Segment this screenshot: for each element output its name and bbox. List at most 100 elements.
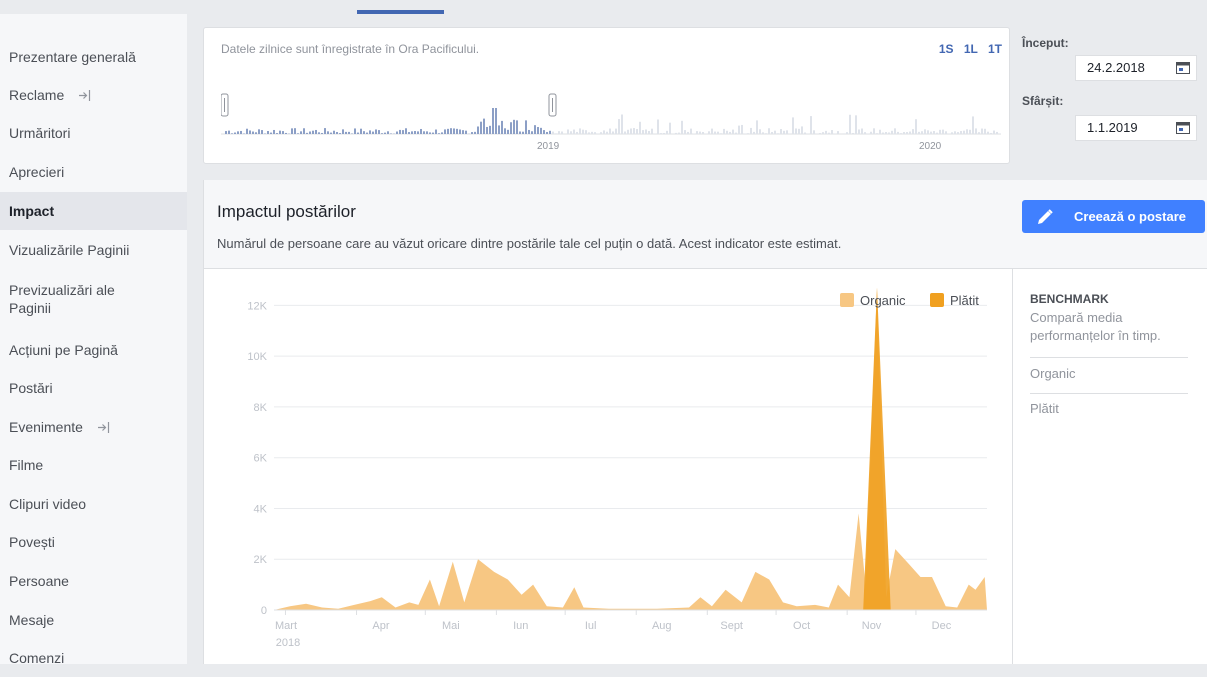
timeline-bar: [408, 132, 410, 134]
legend-organic[interactable]: Organic: [840, 293, 906, 308]
timeline-bar: [474, 132, 476, 134]
timeline-bar: [708, 131, 710, 134]
timeline-bar: [759, 129, 761, 134]
calendar-icon[interactable]: [1176, 62, 1190, 74]
sidebar-item-page-views[interactable]: Vizualizările Paginii: [0, 231, 187, 269]
timeline-bar: [378, 130, 380, 134]
timeline-bar: [993, 131, 995, 134]
range-1-week[interactable]: 1S: [939, 42, 954, 56]
reach-card-header: Impactul postărilor Numărul de persoane …: [204, 180, 1207, 269]
sidebar-item-videos[interactable]: Clipuri video: [0, 485, 187, 523]
timeline-mini-chart[interactable]: [221, 88, 1001, 143]
timeline-bar: [912, 129, 914, 134]
timeline-bar: [849, 115, 851, 134]
timeline-bar: [750, 128, 752, 134]
sidebar-item-followers[interactable]: Urmăritori: [0, 114, 187, 152]
timeline-bar: [918, 132, 920, 134]
legend-paid[interactable]: Plătit: [930, 293, 979, 308]
sidebar-item-reach[interactable]: Impact: [0, 192, 187, 230]
sidebar-item-actions[interactable]: Acțiuni pe Pagină: [0, 331, 187, 369]
timeline-bar: [858, 129, 860, 134]
calendar-icon[interactable]: [1176, 122, 1190, 134]
timeline-bar: [477, 126, 479, 134]
timeline-bar: [348, 132, 350, 134]
range-1-quarter[interactable]: 1T: [988, 42, 1002, 56]
timeline-bar: [282, 131, 284, 134]
timeline-bar: [747, 133, 749, 134]
timeline-bar: [894, 128, 896, 134]
timeline-bar: [879, 130, 881, 134]
timeline-bar: [723, 129, 725, 134]
timeline-bar: [636, 129, 638, 134]
sidebar-item-events[interactable]: Evenimente: [0, 408, 187, 446]
timeline-bar: [585, 130, 587, 134]
timeline-bar: [957, 132, 959, 134]
sidebar-item-likes[interactable]: Aprecieri: [0, 153, 187, 191]
timeline-bar: [852, 133, 854, 134]
timeline-bar: [618, 119, 620, 134]
sidebar-item-page-previews[interactable]: Previzualizări ale Paginii: [0, 279, 160, 317]
timeline-year-label: 2020: [919, 141, 941, 152]
sidebar-item-label: Persoane: [9, 573, 69, 589]
sidebar-item-movies[interactable]: Filme: [0, 446, 187, 484]
sidebar-item-overview[interactable]: Prezentare generală: [0, 38, 187, 76]
timeline-bar: [837, 131, 839, 134]
sidebar-item-stories[interactable]: Povești: [0, 523, 187, 561]
timeline-bar: [309, 131, 311, 134]
timeline-bar: [441, 132, 443, 134]
timeline-bar: [537, 127, 539, 134]
sidebar-item-orders[interactable]: Comenzi: [0, 639, 187, 677]
timeline-bar: [621, 115, 623, 134]
timeline-bar: [327, 131, 329, 134]
benchmark-organic[interactable]: Organic: [1030, 366, 1188, 381]
create-post-button[interactable]: Creează o postare: [1022, 200, 1205, 233]
y-tick-label: 4K: [254, 503, 268, 515]
reach-card: Impactul postărilor Numărul de persoane …: [203, 180, 1207, 664]
timeline-bar: [753, 132, 755, 134]
timeline-bar: [372, 132, 374, 134]
sidebar-item-messages[interactable]: Mesaje: [0, 601, 187, 639]
end-date-input[interactable]: 1.1.2019: [1075, 115, 1197, 141]
benchmark-paid[interactable]: Plătit: [1030, 401, 1188, 416]
range-1-month[interactable]: 1L: [964, 42, 978, 56]
timeline-bar: [603, 130, 605, 134]
timeline-bar: [471, 132, 473, 134]
timeline-bar: [612, 131, 614, 134]
sidebar-item-people[interactable]: Persoane: [0, 562, 187, 600]
timeline-bar: [936, 133, 938, 134]
timeline-bar: [876, 133, 878, 134]
timeline-bar: [312, 131, 314, 134]
timeline-bar: [846, 132, 848, 134]
create-post-label: Creează o postare: [1074, 209, 1186, 224]
timeline-bar: [855, 115, 857, 134]
timeline-bar: [921, 131, 923, 134]
timeline-bar: [459, 130, 461, 134]
sidebar-item-label: Mesaje: [9, 612, 54, 628]
series-paid-area[interactable]: [274, 288, 987, 610]
timeline-bar: [528, 130, 530, 134]
timeline-bar: [321, 133, 323, 134]
timeline-bar: [279, 131, 281, 134]
timeline-bar: [402, 130, 404, 134]
timeline-bar: [633, 128, 635, 134]
timeline-bar: [363, 131, 365, 134]
y-tick-label: 0: [261, 605, 267, 617]
sidebar-item-posts[interactable]: Postări: [0, 369, 187, 407]
timeline-bar: [651, 129, 653, 134]
sidebar-item-ads[interactable]: Reclame: [0, 76, 187, 114]
timeline-bar: [495, 108, 497, 134]
timeline-bar: [645, 129, 647, 134]
divider: [1030, 393, 1188, 394]
timeline-bar: [825, 131, 827, 134]
timeline-bar: [519, 131, 521, 134]
timeline-bar: [420, 129, 422, 134]
timeline-bar: [258, 129, 260, 134]
reach-area-chart[interactable]: 02K4K6K8K10K12KMartAprMaiIunIulAugSeptOc…: [204, 268, 1012, 664]
start-date-input[interactable]: 24.2.2018: [1075, 55, 1197, 81]
timeline-bar: [582, 130, 584, 134]
insights-sidebar: Prezentare generală Reclame Urmăritori A…: [0, 14, 187, 664]
timeline-bar: [510, 122, 512, 134]
timeline-bar: [798, 129, 800, 134]
timeline-bar: [684, 130, 686, 134]
legend-swatch-organic: [840, 293, 854, 307]
